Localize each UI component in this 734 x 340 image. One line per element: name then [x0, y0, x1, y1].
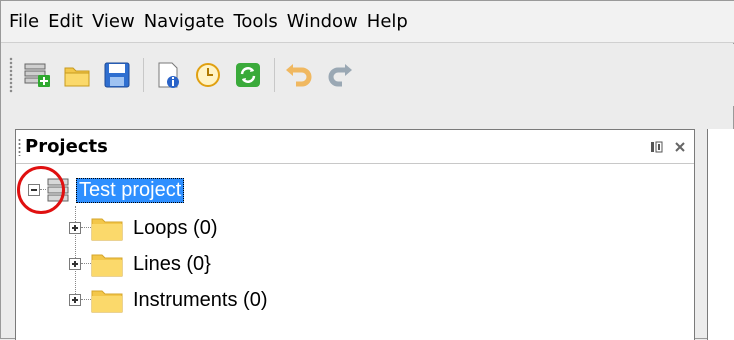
editor-area	[707, 129, 734, 340]
folder-icon	[91, 218, 123, 241]
redo-icon	[328, 64, 352, 87]
refresh-icon	[236, 63, 260, 87]
tree-item-label[interactable]: Loops (0)	[133, 217, 218, 240]
tree-item-label[interactable]: Instruments (0)	[133, 289, 267, 312]
open-project-icon	[64, 67, 90, 87]
panel-grip[interactable]	[18, 138, 21, 156]
clock-icon	[196, 63, 220, 87]
panel-title: Projects	[25, 136, 108, 157]
tree-connector	[81, 227, 91, 229]
app-window: File Edit View Navigate Tools Window Hel…	[0, 0, 734, 340]
new-project-icon	[24, 63, 50, 87]
properties-button[interactable]	[150, 57, 186, 93]
toolbar	[1, 44, 734, 106]
open-project-button[interactable]	[59, 57, 95, 93]
toolbar-grip[interactable]	[9, 57, 13, 93]
toolbar-separator	[274, 58, 275, 92]
minimize-panel-icon[interactable]	[650, 140, 664, 154]
clock-button[interactable]	[190, 57, 226, 93]
panel-header: Projects	[16, 130, 694, 164]
menu-view[interactable]: View	[92, 11, 135, 32]
tree-row-loops[interactable]: Loops (0)	[69, 211, 218, 245]
menu-window[interactable]: Window	[287, 11, 358, 32]
close-panel-icon[interactable]	[674, 141, 686, 153]
expand-toggle[interactable]	[69, 294, 81, 306]
expand-toggle[interactable]	[69, 222, 81, 234]
expand-toggle[interactable]	[69, 258, 81, 270]
tree-row-instruments[interactable]: Instruments (0)	[69, 283, 267, 317]
menu-edit[interactable]: Edit	[48, 11, 83, 32]
undo-icon	[286, 64, 312, 87]
menu-file[interactable]: File	[9, 11, 39, 32]
tree-item-label[interactable]: Lines (0}	[133, 253, 211, 276]
save-icon	[104, 62, 130, 88]
menu-help[interactable]: Help	[367, 11, 408, 32]
redo-button[interactable]	[321, 57, 357, 93]
annotation-circle	[17, 166, 65, 214]
menu-bar: File Edit View Navigate Tools Window Hel…	[1, 1, 734, 43]
refresh-button[interactable]	[230, 57, 266, 93]
folder-icon	[91, 290, 123, 313]
tree-connector	[81, 299, 91, 301]
tree-row-lines[interactable]: Lines (0}	[69, 247, 211, 281]
folder-icon	[91, 254, 123, 277]
undo-button[interactable]	[281, 57, 317, 93]
new-project-button[interactable]	[19, 57, 55, 93]
menu-navigate[interactable]: Navigate	[144, 11, 225, 32]
properties-icon	[158, 62, 179, 88]
save-button[interactable]	[99, 57, 135, 93]
panel-controls	[650, 140, 686, 154]
toolbar-separator	[143, 58, 144, 92]
tree-root-label[interactable]: Test project	[76, 177, 185, 203]
menu-tools[interactable]: Tools	[233, 11, 277, 32]
tree-connector	[81, 263, 91, 265]
